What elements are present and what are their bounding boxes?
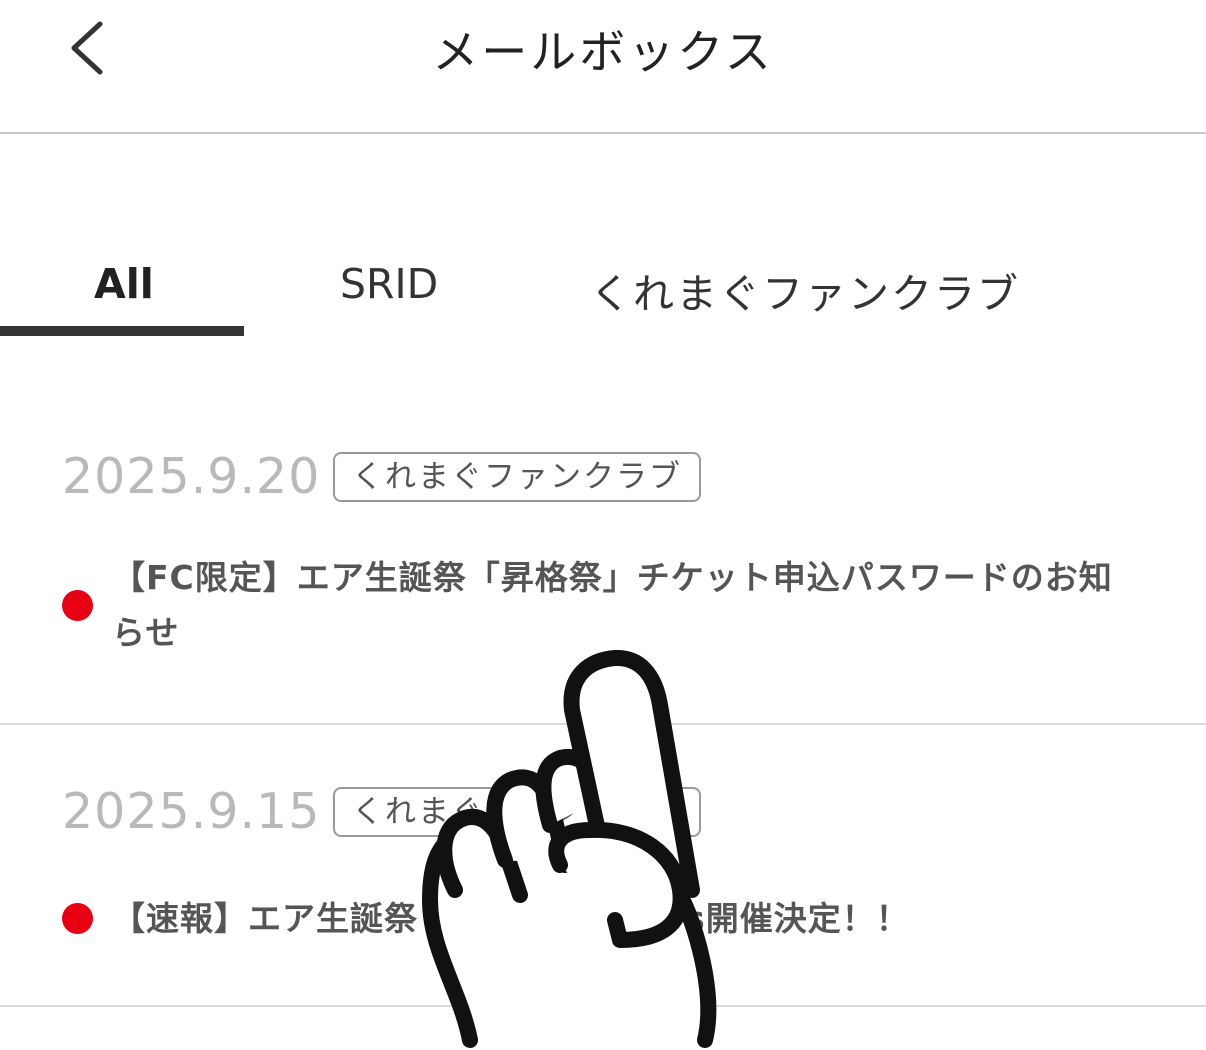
tab-fanclub[interactable]: くれまぐファンクラブ: [590, 260, 1020, 320]
active-tab-indicator: [0, 326, 244, 336]
mail-subject: 【FC限定】エア生誕祭「昇格祭」チケット申込パスワードのお知らせ: [112, 558, 1113, 652]
mail-date: 2025.9.20: [62, 448, 321, 505]
header-bar: メールボックス: [0, 0, 1206, 134]
mail-list-item[interactable]: 2025.9.20 くれまぐファンクラブ 【FC限定】エア生誕祭「昇格祭」チケッ…: [0, 420, 1206, 725]
mail-date: 2025.9.15: [62, 783, 321, 840]
mail-list: 2025.9.20 くれまぐファンクラブ 【FC限定】エア生誕祭「昇格祭」チケッ…: [0, 420, 1206, 1007]
page-title: メールボックス: [432, 25, 774, 79]
mail-subject: 【速報】エア生誕祭「昇格祭」2Days開催決定！！: [112, 899, 910, 938]
tab-srid[interactable]: SRID: [340, 260, 438, 308]
tab-bar: All SRID くれまぐファンクラブ: [0, 250, 1206, 340]
mail-list-item[interactable]: 2025.9.15 くれまぐファンクラブ 【速報】エア生誕祭「昇格祭」2Days…: [0, 725, 1206, 1007]
mail-category-tag: くれまぐファンクラブ: [333, 452, 701, 502]
unread-dot-icon: [62, 903, 93, 934]
mail-category-tag: くれまぐファンクラブ: [333, 787, 701, 837]
tab-all[interactable]: All: [94, 260, 154, 308]
unread-dot-icon: [62, 590, 93, 621]
